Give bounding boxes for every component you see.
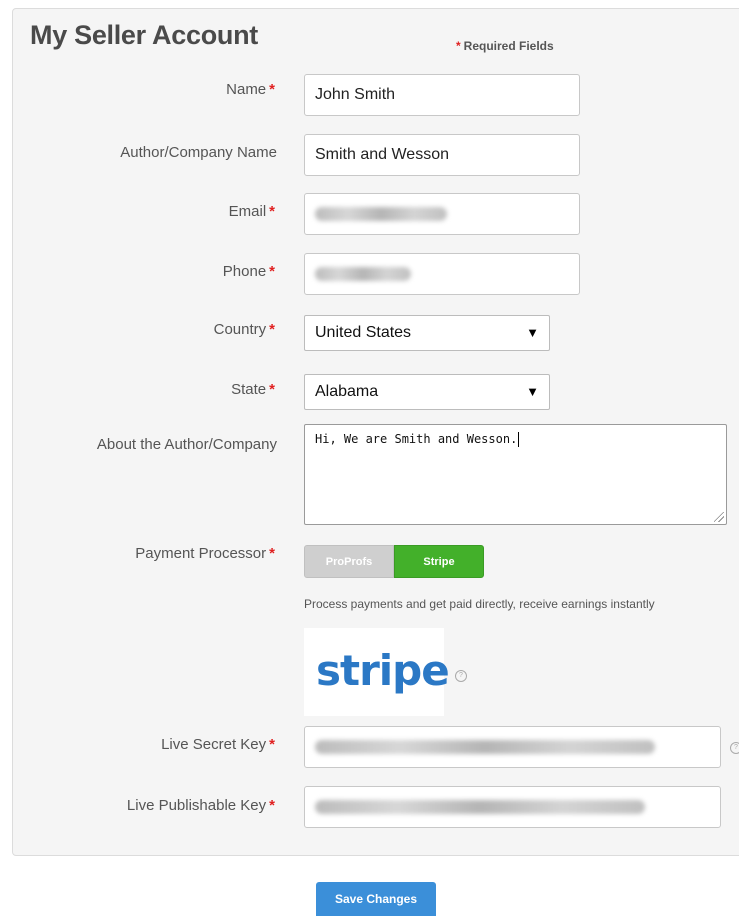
required-star: * [269,321,275,338]
live-publishable-key-label-text: Live Publishable Key [126,797,267,814]
email-label-text: Email [228,203,267,220]
state-selected-value: Alabama [315,383,379,400]
chevron-down-icon: ▼ [526,384,539,399]
required-star: * [269,381,275,398]
country-selected-value: United States [315,324,412,341]
phone-input[interactable] [304,253,580,295]
author-company-input[interactable]: Smith and Wesson [304,134,580,176]
required-star: * [269,263,275,280]
required-star: * [269,81,275,98]
stripe-toggle-button[interactable]: Stripe [394,545,484,578]
author-company-label: Author/Company Name [120,144,277,161]
redacted-phone [315,266,411,281]
country-label-text: Country [213,321,267,338]
phone-label-text: Phone [222,263,267,280]
required-fields-text: Required Fields [463,39,554,53]
live-secret-key-label: Live Secret Key * [161,736,275,753]
redacted-secret-key [315,739,655,754]
resize-handle-icon[interactable] [714,512,724,522]
redacted-publishable-key [315,799,645,814]
stripe-logo-text: stripe [316,646,450,695]
required-star: * [269,736,275,753]
live-secret-key-input[interactable] [304,726,721,768]
about-label: About the Author/Company [96,436,277,453]
help-icon[interactable]: ? [455,670,467,682]
payment-processor-label: Payment Processor * [135,545,275,562]
name-label-text: Name [226,81,267,98]
required-star: * [269,797,275,814]
live-publishable-key-input[interactable] [304,786,721,828]
country-label: Country * [214,321,275,338]
proprofs-toggle-button[interactable]: ProProfs [304,545,394,578]
page-title: My Seller Account [30,20,258,50]
required-fields-note: * Required Fields [456,39,554,53]
state-label-text: State [231,381,267,398]
about-text: Hi, We are Smith and Wesson. [315,432,518,446]
text-cursor [518,432,520,447]
chevron-down-icon: ▼ [526,325,539,340]
name-label: Name * [226,81,275,98]
name-input[interactable]: John Smith [304,74,580,116]
redacted-email [315,206,447,221]
state-select[interactable]: Alabama ▼ [304,374,550,410]
payment-processor-label-text: Payment Processor [135,545,267,562]
state-label: State * [231,381,275,398]
phone-label: Phone * [223,263,275,280]
required-star: * [456,39,461,53]
save-changes-button[interactable]: Save Changes [316,882,436,916]
live-secret-key-label-text: Live Secret Key [161,736,267,753]
required-star: * [269,545,275,562]
email-input[interactable] [304,193,580,235]
about-textarea[interactable]: Hi, We are Smith and Wesson. [304,424,727,525]
country-select[interactable]: United States ▼ [304,315,550,351]
payment-hint-text: Process payments and get paid directly, … [304,597,655,611]
required-star: * [269,203,275,220]
email-label: Email * [229,203,275,220]
stripe-logo: stripe [304,628,450,716]
live-publishable-key-label: Live Publishable Key * [127,797,275,814]
help-icon[interactable]: ? [730,742,739,754]
